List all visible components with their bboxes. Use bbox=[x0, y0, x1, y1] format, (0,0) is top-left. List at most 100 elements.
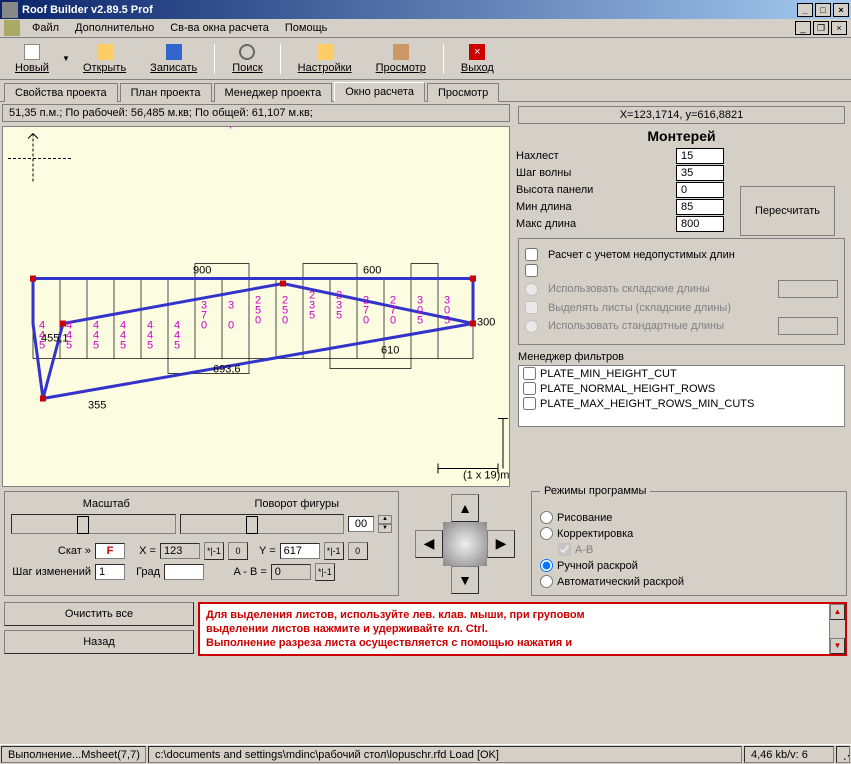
maxlen-value[interactable]: 800 bbox=[676, 216, 724, 232]
svg-text:0: 0 bbox=[228, 320, 234, 332]
nav-pad: ▲ ▼ ◀ ▶ bbox=[415, 494, 515, 594]
nav-down-button[interactable]: ▼ bbox=[451, 566, 479, 594]
status-progress: Выполнение...Msheet(7,7) bbox=[1, 746, 146, 763]
mdi-close-button[interactable]: × bbox=[831, 21, 847, 35]
tab-preview[interactable]: Просмотр bbox=[427, 83, 499, 102]
svg-text:5: 5 bbox=[39, 340, 45, 352]
scale-slider[interactable] bbox=[11, 514, 176, 534]
svg-text:5: 5 bbox=[66, 340, 72, 352]
drawing-canvas[interactable]: 900 600 300 693,6 610 455,1 355 (1 x 19)… bbox=[2, 126, 510, 487]
svg-text:5: 5 bbox=[174, 340, 180, 352]
view-button[interactable]: Просмотр bbox=[365, 41, 437, 77]
bad-lengths-checkbox[interactable] bbox=[525, 248, 538, 261]
tab-project-manager[interactable]: Менеджер проекта bbox=[214, 83, 333, 102]
back-button[interactable]: Назад bbox=[4, 630, 194, 654]
resize-grip[interactable]: ⋰ bbox=[836, 746, 850, 763]
mode-manual-label: Ручной раскрой bbox=[557, 560, 638, 572]
mode-auto-radio[interactable] bbox=[540, 575, 553, 588]
maximize-button[interactable]: □ bbox=[815, 3, 831, 17]
modes-title: Режимы программы bbox=[540, 485, 650, 497]
mode-correct-radio[interactable] bbox=[540, 527, 553, 540]
y-reset-button[interactable]: *|-1 bbox=[324, 542, 344, 560]
svg-text:5: 5 bbox=[93, 340, 99, 352]
recalculate-button[interactable]: Пересчитать bbox=[740, 186, 835, 236]
filter-1-checkbox[interactable] bbox=[523, 367, 536, 380]
mode-draw-radio[interactable] bbox=[540, 511, 553, 524]
x-reset-button[interactable]: *|-1 bbox=[204, 542, 224, 560]
mode-auto-label: Автоматический раскрой bbox=[557, 576, 684, 588]
x-zero-button[interactable]: 0 bbox=[228, 542, 248, 560]
highlight-label: Выделять листы (складские длины) bbox=[548, 302, 731, 314]
rotate-up[interactable]: ▲ bbox=[378, 515, 392, 524]
rotate-down[interactable]: ▼ bbox=[378, 524, 392, 533]
wave-label: Шаг волны bbox=[516, 167, 676, 179]
slope-input[interactable] bbox=[95, 543, 125, 559]
mode-correct-label: Корректировка bbox=[557, 528, 633, 540]
scroll-up-button[interactable]: ▲ bbox=[830, 604, 845, 620]
mdi-minimize-button[interactable]: _ bbox=[795, 21, 811, 35]
wave-value[interactable]: 35 bbox=[676, 165, 724, 181]
nav-left-button[interactable]: ◀ bbox=[415, 530, 443, 558]
mode-manual-radio[interactable] bbox=[540, 559, 553, 572]
use-standard-label: Использовать стандартные длины bbox=[548, 320, 724, 332]
save-icon bbox=[166, 44, 182, 60]
mode-ab-checkbox bbox=[558, 543, 571, 556]
filters-list[interactable]: PLATE_MIN_HEIGHT_CUT PLATE_NORMAL_HEIGHT… bbox=[518, 365, 845, 427]
tab-project-plan[interactable]: План проекта bbox=[120, 83, 212, 102]
window-titlebar: Roof Builder v2.89.5 Prof _ □ × bbox=[0, 0, 851, 19]
open-button[interactable]: Открыть bbox=[72, 41, 137, 77]
nav-up-button[interactable]: ▲ bbox=[451, 494, 479, 522]
exit-button[interactable]: × Выход bbox=[450, 41, 505, 77]
new-dropdown-arrow[interactable]: ▼ bbox=[62, 54, 70, 63]
stock-combo bbox=[778, 280, 838, 298]
settings-button[interactable]: Настройки bbox=[287, 41, 363, 77]
view-icon bbox=[393, 44, 409, 60]
svg-text:0: 0 bbox=[363, 315, 369, 327]
step-input[interactable] bbox=[95, 564, 125, 580]
x-input[interactable] bbox=[160, 543, 200, 559]
grad-input[interactable] bbox=[164, 564, 204, 580]
menu-help[interactable]: Помощь bbox=[277, 20, 336, 36]
svg-text:0: 0 bbox=[255, 315, 261, 327]
clear-all-button[interactable]: Очистить все bbox=[4, 602, 194, 626]
menu-calc-props[interactable]: Св-ва окна расчета bbox=[162, 20, 277, 36]
menu-file[interactable]: Файл bbox=[24, 20, 67, 36]
nav-right-button[interactable]: ▶ bbox=[487, 530, 515, 558]
y-zero-button[interactable]: 0 bbox=[348, 542, 368, 560]
menu-additional[interactable]: Дополнительно bbox=[67, 20, 162, 36]
minimize-button[interactable]: _ bbox=[797, 3, 813, 17]
svg-text:300: 300 bbox=[477, 317, 495, 329]
mdi-restore-button[interactable]: ❐ bbox=[813, 21, 829, 35]
height-value[interactable]: 0 bbox=[676, 182, 724, 198]
tab-project-props[interactable]: Свойства проекта bbox=[4, 83, 118, 102]
sub-checkbox[interactable] bbox=[525, 264, 538, 277]
ab-label: A - B = bbox=[233, 566, 266, 578]
height-label: Высота панели bbox=[516, 184, 676, 196]
minlen-label: Мин длина bbox=[516, 201, 676, 213]
new-button[interactable]: Новый bbox=[4, 41, 60, 77]
svg-text:355: 355 bbox=[88, 400, 106, 412]
status-size: 4,46 kb/v: 6 bbox=[744, 746, 834, 763]
save-button[interactable]: Записать bbox=[139, 41, 208, 77]
y-input[interactable] bbox=[280, 543, 320, 559]
rotate-slider[interactable] bbox=[180, 514, 345, 534]
svg-text:5: 5 bbox=[147, 340, 153, 352]
grad-label: Град bbox=[136, 566, 160, 578]
scroll-down-button[interactable]: ▼ bbox=[830, 638, 845, 654]
ab-reset-button[interactable]: *|-1 bbox=[315, 563, 335, 581]
rotate-input[interactable] bbox=[348, 516, 374, 532]
nav-center[interactable] bbox=[443, 522, 487, 566]
overlap-value[interactable]: 15 bbox=[676, 148, 724, 164]
filter-3-checkbox[interactable] bbox=[523, 397, 536, 410]
menu-icon bbox=[4, 20, 20, 36]
svg-text:5: 5 bbox=[309, 310, 315, 322]
ab-input[interactable] bbox=[271, 564, 311, 580]
search-button[interactable]: Поиск bbox=[221, 41, 273, 77]
filter-2-checkbox[interactable] bbox=[523, 382, 536, 395]
tab-calc-window[interactable]: Окно расчета bbox=[334, 82, 425, 102]
close-button[interactable]: × bbox=[833, 3, 849, 17]
minlen-value[interactable]: 85 bbox=[676, 199, 724, 215]
hint-scrollbar[interactable]: ▲ ▼ bbox=[829, 604, 845, 654]
svg-text:600: 600 bbox=[363, 265, 381, 277]
svg-text:(1 x 19)m: (1 x 19)m bbox=[463, 470, 509, 482]
